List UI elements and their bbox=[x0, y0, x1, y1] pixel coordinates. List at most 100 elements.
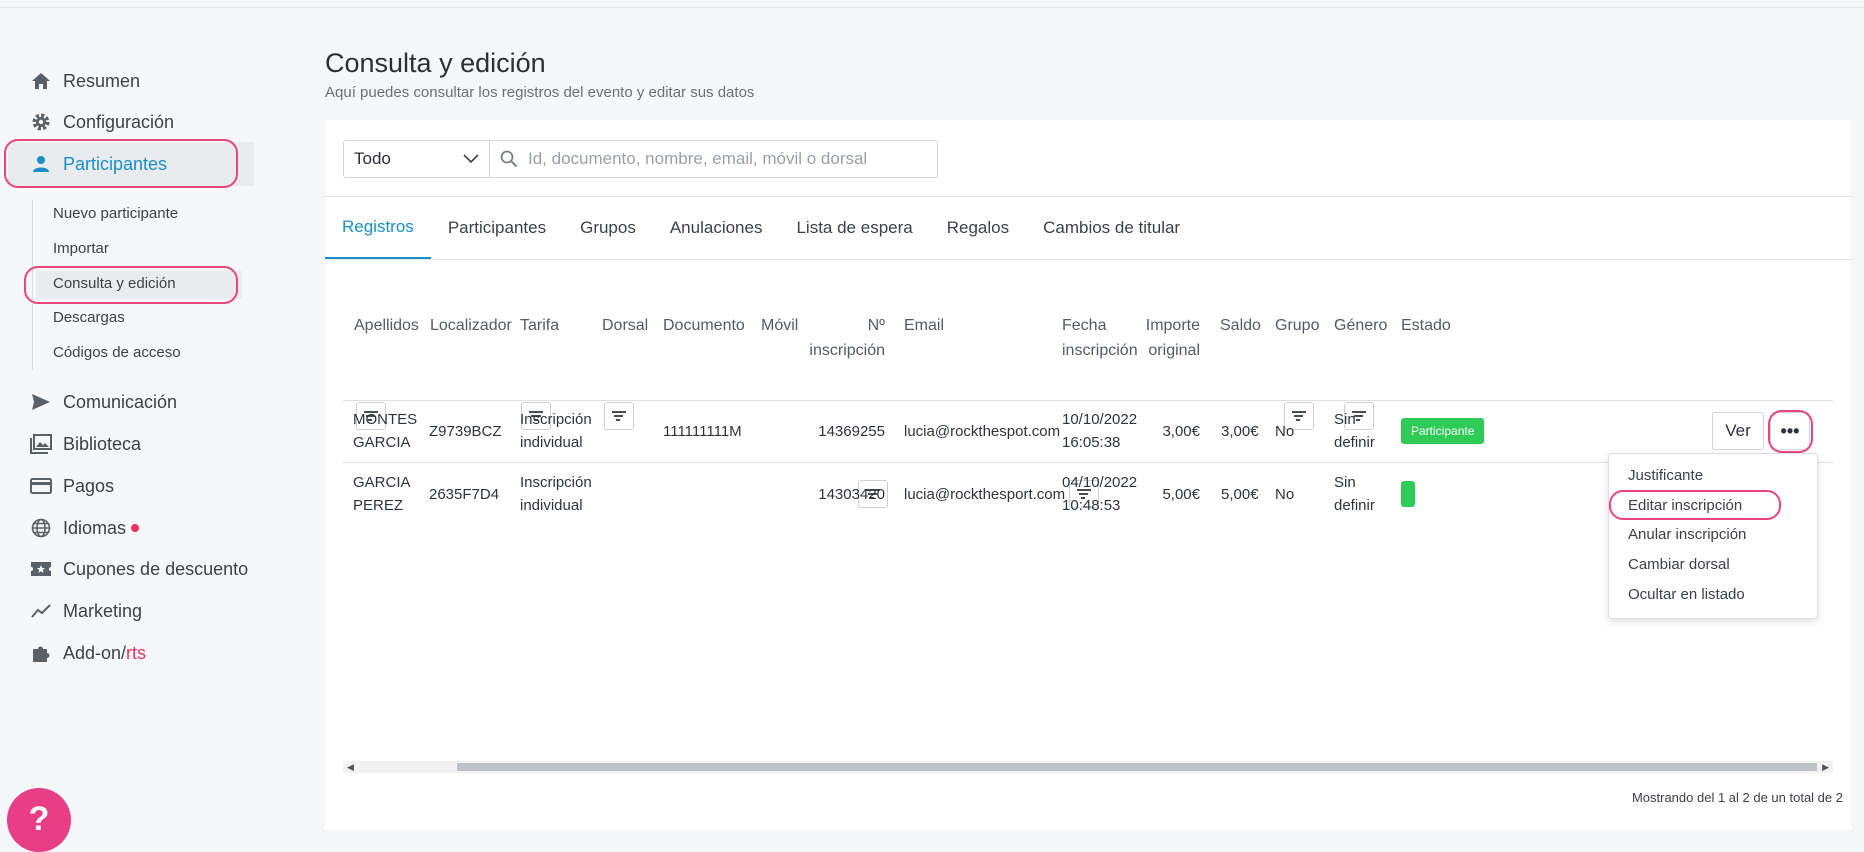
help-button-label: ? bbox=[28, 800, 50, 838]
menu-item-cambiar-dorsal[interactable]: Cambiar dorsal bbox=[1628, 555, 1730, 575]
sidebar: Resumen Configuración Participantes Nuev… bbox=[0, 0, 260, 852]
tab-cambios-titular[interactable]: Cambios de titular bbox=[1026, 197, 1197, 259]
column-header-tarifa: Tarifa bbox=[520, 317, 560, 334]
cell-email: lucia@rockthespot.com bbox=[904, 423, 1061, 440]
cell-line: 16:05:38 bbox=[1062, 434, 1121, 451]
subitem-descargas[interactable]: Descargas bbox=[53, 307, 125, 329]
cell-line: Inscripción bbox=[520, 474, 592, 491]
subitem-importar[interactable]: Importar bbox=[53, 238, 109, 260]
menu-item-ocultar-listado[interactable]: Ocultar en listado bbox=[1628, 585, 1745, 605]
page-subtitle: Aquí puedes consultar los registros del … bbox=[325, 84, 755, 101]
gear-icon bbox=[30, 111, 52, 133]
status-badge: Participante bbox=[1401, 418, 1485, 444]
column-header-line: Importe bbox=[1145, 317, 1200, 334]
cell-email: lucia@rockthesport.com bbox=[904, 486, 1066, 503]
sidebar-item-resumen[interactable]: Resumen bbox=[30, 66, 140, 96]
send-icon bbox=[30, 391, 52, 413]
sidebar-item-comunicacion[interactable]: Comunicación bbox=[30, 387, 177, 417]
cell-fecha: 04/10/2022 10:48:53 bbox=[1062, 471, 1137, 517]
rts-label: rts bbox=[126, 642, 147, 663]
trend-icon bbox=[30, 600, 52, 622]
column-header-documento: Documento bbox=[663, 317, 745, 334]
puzzle-icon bbox=[30, 642, 52, 664]
cell-line: MONTES bbox=[353, 411, 418, 428]
globe-icon bbox=[30, 517, 52, 539]
column-header-line: inscripción bbox=[1062, 342, 1138, 359]
sidebar-item-marketing[interactable]: Marketing bbox=[30, 596, 142, 626]
subitem-nuevo-participante[interactable]: Nuevo participante bbox=[53, 203, 178, 225]
help-button[interactable]: ? bbox=[7, 788, 71, 852]
column-header-grupo: Grupo bbox=[1275, 317, 1320, 334]
search-input[interactable]: Id, documento, nombre, email, móvil o do… bbox=[490, 140, 938, 178]
home-icon bbox=[30, 70, 52, 92]
cell-apellidos: MONTES GARCIA bbox=[353, 408, 417, 454]
cell-importe: 3,00€ bbox=[1162, 423, 1200, 440]
column-header-saldo: Saldo bbox=[1220, 317, 1261, 334]
cell-documento: 111111111M bbox=[663, 423, 742, 440]
cell-line: 10:48:53 bbox=[1062, 497, 1121, 514]
sidebar-item-configuracion[interactable]: Configuración bbox=[30, 107, 174, 137]
column-header-importe: Importe original bbox=[1130, 313, 1200, 363]
cell-line: PEREZ bbox=[353, 497, 404, 514]
sidebar-item-label: Cupones de descuento bbox=[63, 558, 249, 579]
scroll-right-icon[interactable]: ▶ bbox=[1822, 762, 1829, 773]
subitem-codigos-acceso[interactable]: Códigos de acceso bbox=[53, 342, 181, 364]
tab-registros[interactable]: Registros bbox=[325, 197, 431, 259]
cell-saldo: 3,00€ bbox=[1221, 423, 1259, 440]
column-header-fecha: Fecha inscripción bbox=[1062, 313, 1138, 363]
tab-anulaciones[interactable]: Anulaciones bbox=[653, 197, 780, 259]
sidebar-item-label: Pagos bbox=[63, 475, 115, 496]
sidebar-item-idiomas[interactable]: Idiomas bbox=[30, 513, 140, 543]
status-select[interactable]: Todo bbox=[343, 140, 490, 178]
cell-n-inscripcion: 14303420 bbox=[818, 486, 885, 503]
row-actions-menu: Justificante Editar inscripción Anular i… bbox=[1608, 453, 1818, 619]
sidebar-item-label: Comunicación bbox=[63, 391, 178, 412]
cell-saldo: 5,00€ bbox=[1221, 486, 1259, 503]
column-header-estado: Estado bbox=[1401, 317, 1451, 334]
sidebar-item-label: Biblioteca bbox=[63, 433, 142, 454]
cell-line: individual bbox=[520, 497, 583, 514]
tab-participantes[interactable]: Participantes bbox=[431, 197, 563, 259]
filter-icon bbox=[612, 411, 626, 421]
sidebar-item-cupones[interactable]: Cupones de descuento bbox=[30, 554, 248, 584]
sidebar-item-biblioteca[interactable]: Biblioteca bbox=[30, 429, 141, 459]
sidebar-item-addon[interactable]: Add-on/rts bbox=[30, 638, 146, 668]
menu-item-editar-inscripcion[interactable]: Editar inscripción bbox=[1628, 496, 1742, 516]
cell-n-inscripcion: 14369255 bbox=[818, 423, 885, 440]
tab-bar: Registros Participantes Grupos Anulacion… bbox=[325, 197, 1197, 259]
cell-line: definir bbox=[1334, 434, 1375, 451]
tab-regalos[interactable]: Regalos bbox=[930, 197, 1026, 259]
column-header-line: Nº bbox=[867, 317, 885, 334]
pagination-info: Mostrando del 1 al 2 de un total de 2 bbox=[1631, 790, 1843, 805]
cell-line: Sin bbox=[1334, 474, 1356, 491]
cell-tarifa: Inscripción individual bbox=[520, 408, 592, 454]
menu-item-justificante[interactable]: Justificante bbox=[1628, 466, 1703, 486]
cell-localizador: 2635F7D4 bbox=[429, 486, 500, 503]
sidebar-item-pagos[interactable]: Pagos bbox=[30, 471, 114, 501]
cell-line: individual bbox=[520, 434, 583, 451]
sidebar-item-label: Idiomas bbox=[63, 517, 127, 538]
subitem-consulta-edicion[interactable]: Consulta y edición bbox=[53, 273, 176, 295]
cell-grupo: No bbox=[1275, 486, 1295, 503]
tab-lista-espera[interactable]: Lista de espera bbox=[779, 197, 929, 259]
cell-line: 10/10/2022 bbox=[1062, 411, 1138, 428]
scrollbar-thumb[interactable] bbox=[457, 763, 1817, 771]
column-header-line: Fecha bbox=[1062, 317, 1107, 334]
sidebar-item-label: Participantes bbox=[63, 153, 168, 174]
column-header-line: original bbox=[1148, 342, 1200, 359]
column-header-genero: Género bbox=[1334, 317, 1388, 334]
tab-grupos[interactable]: Grupos bbox=[563, 197, 653, 259]
sidebar-item-participantes[interactable]: Participantes bbox=[30, 149, 167, 179]
horizontal-scrollbar[interactable]: ◀ ▶ bbox=[343, 761, 1833, 773]
page-title: Consulta y edición bbox=[325, 48, 546, 78]
filter-dorsal-button[interactable] bbox=[604, 402, 634, 430]
menu-item-anular-inscripcion[interactable]: Anular inscripción bbox=[1628, 525, 1746, 545]
column-header-movil: Móvil bbox=[761, 317, 799, 334]
top-divider bbox=[0, 7, 1864, 8]
cell-genero: Sin definir bbox=[1334, 408, 1375, 454]
scroll-left-icon[interactable]: ◀ bbox=[347, 762, 354, 773]
registros-card: Todo Id, documento, nombre, email, móvil… bbox=[325, 120, 1851, 830]
ver-button[interactable]: Ver bbox=[1712, 412, 1764, 450]
more-options-button[interactable]: ••• bbox=[1770, 412, 1810, 450]
column-header-apellidos: Apellidos bbox=[354, 317, 419, 334]
